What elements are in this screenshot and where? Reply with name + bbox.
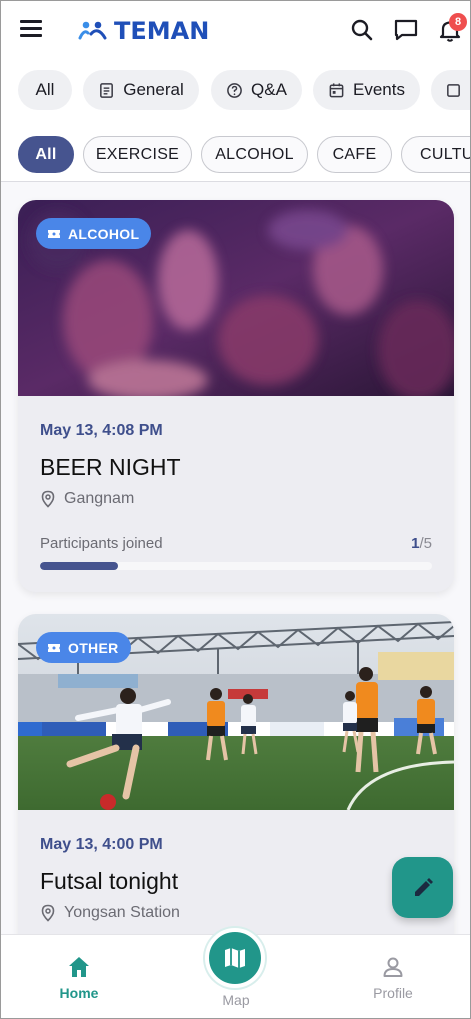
- category-label: EXERCISE: [95, 145, 180, 163]
- location-label: Yongsan Station: [64, 904, 180, 921]
- post-image: ALCOHOL: [18, 200, 454, 396]
- nav-map-label: Map: [222, 992, 250, 1008]
- category-tag: OTHER: [36, 632, 131, 663]
- participants-count: 1/5: [411, 535, 432, 552]
- location-pin-icon: [41, 904, 55, 922]
- profile-icon: [383, 957, 403, 977]
- post-card[interactable]: OTHER May 13, 4:00 PM Futsal tonight Yon…: [18, 614, 454, 934]
- ticket-icon: [48, 643, 60, 652]
- location-pin-icon: [41, 490, 55, 508]
- app-name: TEMAN: [114, 17, 210, 45]
- filter-general[interactable]: General: [83, 70, 199, 110]
- app-logo[interactable]: TEMAN: [78, 14, 209, 48]
- category-chip-row: All EXERCISE ALCOHOL CAFE CULTURE: [0, 136, 471, 180]
- pencil-icon: [414, 877, 433, 896]
- nav-map-button[interactable]: [205, 928, 265, 988]
- post-image: OTHER: [18, 614, 454, 810]
- filter-label: General: [123, 80, 184, 99]
- category-cafe[interactable]: CAFE: [317, 136, 392, 173]
- filter-chip-row: All General Q&A Events: [0, 70, 471, 114]
- filter-label: Q&A: [251, 80, 287, 99]
- location-label: Gangnam: [64, 490, 135, 507]
- create-post-button[interactable]: [392, 857, 453, 918]
- menu-icon[interactable]: [20, 20, 42, 40]
- post-title: BEER NIGHT: [40, 454, 181, 480]
- ticket-icon: [48, 229, 60, 238]
- post-title: Futsal tonight: [40, 868, 179, 894]
- tag-label: ALCOHOL: [68, 225, 140, 242]
- category-all[interactable]: All: [18, 136, 74, 173]
- post-feed[interactable]: ALCOHOL May 13, 4:08 PM BEER NIGHT Gangn…: [0, 182, 471, 934]
- notification-badge: 8: [449, 13, 467, 31]
- nav-home-label: Home: [59, 985, 99, 1001]
- category-label: ALCOHOL: [215, 145, 294, 163]
- filter-label: Events: [353, 80, 405, 99]
- filter-all[interactable]: All: [18, 70, 72, 110]
- filter-label: All: [35, 80, 55, 99]
- search-icon[interactable]: [349, 17, 375, 43]
- nav-home[interactable]: Home: [56, 955, 102, 1001]
- post-location: Yongsan Station: [40, 904, 180, 922]
- post-date: May 13, 4:00 PM: [40, 836, 163, 853]
- category-exercise[interactable]: EXERCISE: [83, 136, 192, 173]
- category-label: All: [35, 145, 57, 163]
- document-icon: [100, 82, 114, 98]
- participants-progress-bar: [40, 562, 432, 570]
- filter-events[interactable]: Events: [313, 70, 420, 110]
- category-label: CULTURE: [420, 145, 471, 163]
- app-header: TEMAN 8: [0, 0, 471, 62]
- more-filter-icon: [447, 83, 460, 97]
- filter-more[interactable]: [431, 70, 471, 110]
- post-date: May 13, 4:08 PM: [40, 422, 163, 439]
- participants-progress-fill: [40, 562, 119, 570]
- category-label: CAFE: [332, 145, 377, 163]
- home-icon: [69, 957, 89, 977]
- nav-profile[interactable]: Profile: [366, 955, 420, 1001]
- people-logo-icon: [78, 21, 107, 40]
- category-culture[interactable]: CULTURE: [401, 136, 471, 173]
- nav-map-label-wrap: Map: [216, 992, 256, 1008]
- post-location: Gangnam: [40, 490, 134, 508]
- filter-qa[interactable]: Q&A: [211, 70, 302, 110]
- category-tag: ALCOHOL: [36, 218, 152, 249]
- participants-label: Participants joined: [40, 535, 163, 552]
- category-alcohol[interactable]: ALCOHOL: [201, 136, 308, 173]
- tag-label: OTHER: [68, 639, 119, 656]
- map-icon: [225, 948, 245, 968]
- chat-icon[interactable]: [393, 17, 419, 43]
- capacity-count: /5: [419, 535, 432, 552]
- question-circle-icon: [227, 82, 242, 98]
- post-card[interactable]: ALCOHOL May 13, 4:08 PM BEER NIGHT Gangn…: [18, 200, 454, 592]
- calendar-icon: [329, 82, 344, 97]
- nav-profile-label: Profile: [373, 985, 413, 1001]
